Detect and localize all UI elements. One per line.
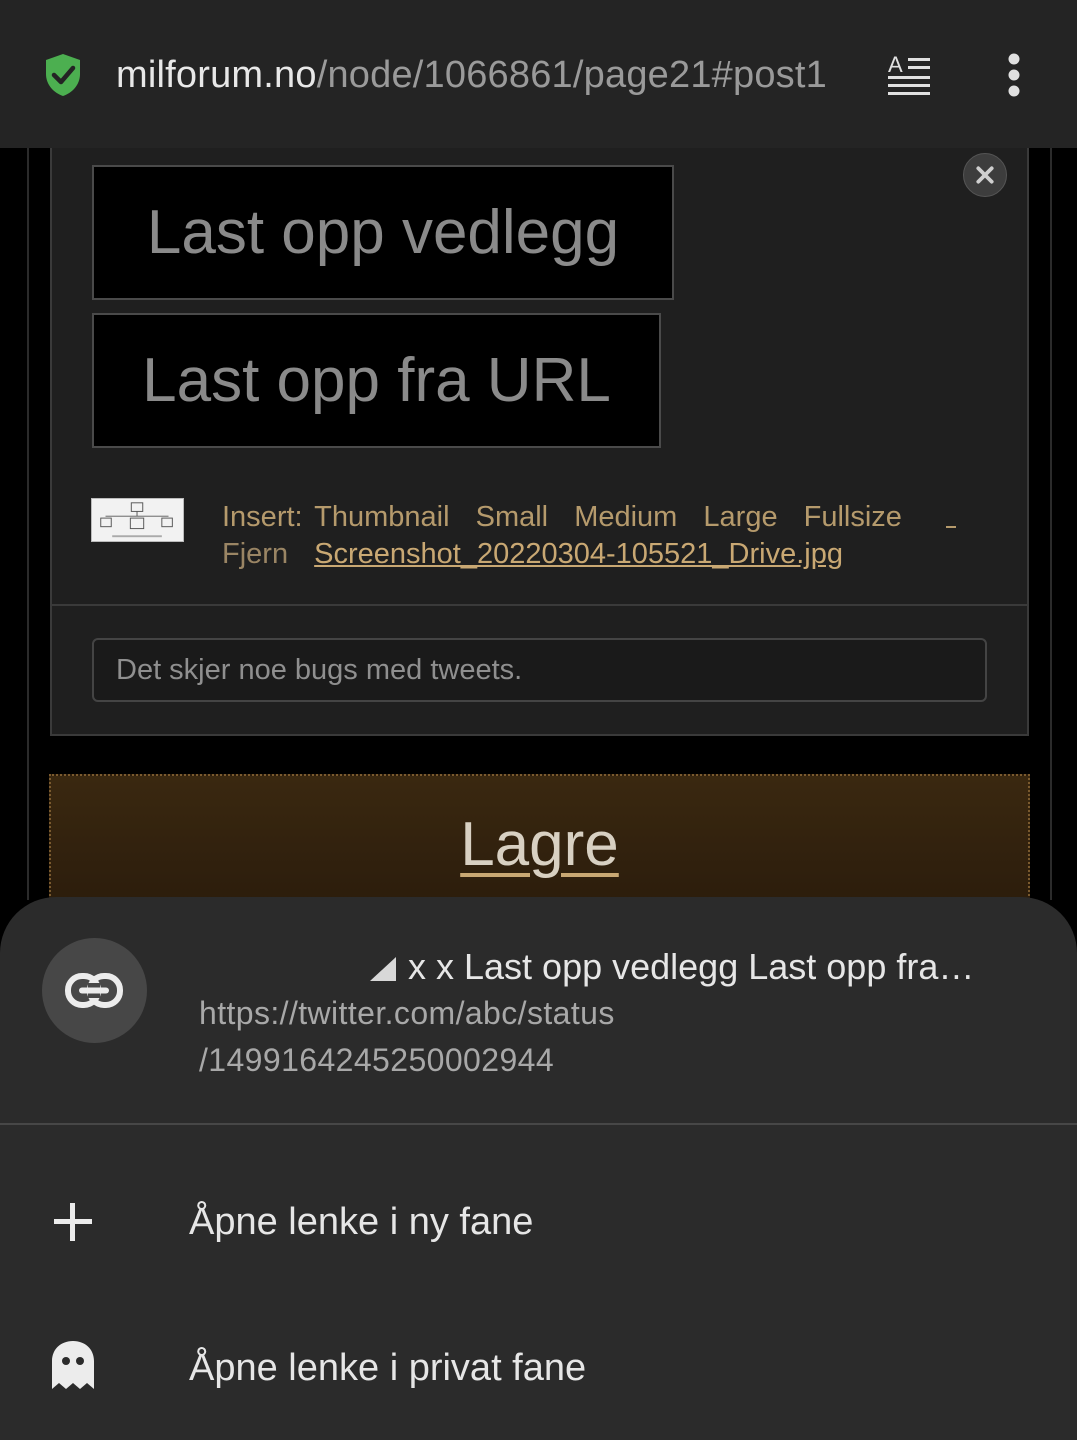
message-input[interactable]: Det skjer noe bugs med tweets. [92,638,987,702]
attachment-thumbnail[interactable] [91,498,184,542]
link-title: x x Last opp vedlegg Last opp fra… [370,945,974,989]
upload-attachment-button[interactable]: Last opp vedlegg [92,165,674,300]
address-bar[interactable]: milforum.no/node/1066861/page21#post1 [116,50,827,100]
ghost-icon [52,1341,94,1389]
insert-small-link[interactable]: Small [476,501,549,533]
svg-text:A: A [888,52,903,77]
link-avatar [42,938,147,1043]
url-path: /node/1066861/page21#post1 [316,54,827,96]
page-border-left [27,148,29,900]
remove-attachment-link[interactable]: Fjern [222,538,288,570]
open-in-private-tab-item[interactable]: Åpne lenke i privat fane [0,1293,1077,1439]
shield-check-icon[interactable] [43,52,83,98]
sheet-divider [0,1123,1077,1125]
plus-icon [54,1203,92,1241]
close-icon[interactable] [963,153,1007,197]
signal-triangle-icon [370,957,396,981]
reader-mode-icon[interactable]: A [886,52,932,96]
section-divider [52,604,1027,606]
upload-from-url-button[interactable]: Last opp fra URL [92,313,661,448]
save-button-label: Lagre [460,810,619,879]
page-border-right [1050,148,1052,900]
browser-toolbar: milforum.no/node/1066861/page21#post1 A [0,0,1077,148]
open-in-private-tab-label: Åpne lenke i privat fane [189,1347,587,1389]
url-host: milforum.no [116,54,317,96]
link-url-line1: https://twitter.com/abc/status [199,995,615,1031]
link-context-sheet: x x Last opp vedlegg Last opp fra… https… [0,897,1077,1440]
insert-label: Insert: [222,501,303,533]
link-icon [65,973,123,1008]
open-in-new-tab-item[interactable]: Åpne lenke i ny fane [0,1147,1077,1293]
more-vert-icon[interactable] [1000,52,1028,98]
insert-fullsize-link[interactable]: Fullsize [804,501,902,533]
insert-size-links: Insert: Thumbnail Small Medium Large Ful… [222,498,920,536]
link-url-line2: /1499164245250002944 [199,1042,555,1078]
separator-dash [946,526,956,528]
save-button[interactable]: Lagre [49,774,1030,904]
attachment-filename-link[interactable]: Screenshot_20220304-105521_Drive.jpg [314,538,843,570]
insert-thumbnail-link[interactable]: Thumbnail [314,501,449,533]
open-in-new-tab-label: Åpne lenke i ny fane [189,1201,534,1243]
link-title-text: x x Last opp vedlegg Last opp fra… [408,946,975,987]
insert-medium-link[interactable]: Medium [574,501,677,533]
insert-large-link[interactable]: Large [703,501,777,533]
attachment-file-line: Fjern Screenshot_20220304-105521_Drive.j… [222,535,843,573]
